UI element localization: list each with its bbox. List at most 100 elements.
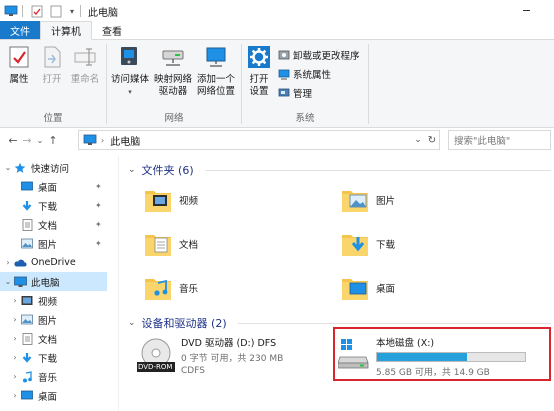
dvd-drive-name: DVD 驱动器 (D:) DFS xyxy=(181,338,277,349)
breadcrumb[interactable]: 此电脑 xyxy=(110,133,140,148)
breadcrumb-chevron-icon[interactable]: › xyxy=(101,136,104,145)
properties-button[interactable]: 属性 xyxy=(5,44,33,86)
collapsed-chevron-icon[interactable]: › xyxy=(10,353,20,362)
nav-item-desktop[interactable]: 桌面 ✦ xyxy=(0,177,107,196)
ribbon-tabs: 文件 计算机 查看 xyxy=(0,21,554,40)
nav-item-download[interactable]: 下载 ✦ xyxy=(0,196,107,215)
tab-file[interactable]: 文件 xyxy=(0,21,40,39)
add-network-location-icon xyxy=(203,44,229,70)
add-network-location-button[interactable]: 添加一个 网络位置 xyxy=(195,44,237,98)
new-folder-icon[interactable] xyxy=(48,3,64,19)
desktop-folder-icon xyxy=(340,273,370,303)
collapsed-chevron-icon[interactable]: › xyxy=(10,296,20,305)
folder-label: 图片 xyxy=(376,196,396,207)
folder-item[interactable]: 图片 xyxy=(340,185,395,215)
back-button[interactable]: ← xyxy=(6,131,20,151)
nav-item-onedrive[interactable]: › OneDrive xyxy=(0,253,107,272)
nav-item-label: 此电脑 xyxy=(31,277,60,289)
search-input[interactable]: 搜索"此电脑" xyxy=(448,130,551,150)
open-settings-label-line2: 设置 xyxy=(249,86,269,97)
collapse-chevron-icon[interactable]: ⌄ xyxy=(128,165,136,175)
computer-icon[interactable] xyxy=(3,3,19,19)
onedrive-icon xyxy=(13,256,27,269)
recent-locations-button[interactable]: ⌄ xyxy=(34,131,46,151)
title-separator xyxy=(80,5,81,17)
quick-access-dropdown-icon[interactable]: ▾ xyxy=(67,3,77,19)
nav-item-label: 桌面 xyxy=(38,391,58,403)
pictures-icon xyxy=(20,313,34,326)
pin-icon: ✦ xyxy=(95,239,102,248)
nav-item-desktop[interactable]: › 桌面 xyxy=(0,386,107,405)
computer-icon xyxy=(83,134,97,146)
nav-item-download[interactable]: › 下载 xyxy=(0,348,107,367)
nav-item-label: 图片 xyxy=(38,239,58,251)
dvd-drive-icon: DVD-ROM xyxy=(136,335,176,375)
map-network-drive-button[interactable]: 映射网络 驱动器 xyxy=(152,44,194,98)
folder-item[interactable]: 桌面 xyxy=(340,273,395,303)
folders-section-title: 文件夹 (6) xyxy=(141,164,194,177)
address-bar[interactable]: › 此电脑 ⌄ ↻ xyxy=(78,130,440,150)
address-dropdown-icon[interactable]: ⌄ xyxy=(411,135,425,145)
document-icon xyxy=(20,332,34,345)
uninstall-button[interactable]: 卸载或更改程序 xyxy=(278,47,360,63)
folder-label: 下载 xyxy=(376,240,396,251)
nav-item-star[interactable]: ⌄ 快速访问 xyxy=(0,158,107,177)
properties-icon[interactable] xyxy=(29,3,45,19)
ribbon: 属性 打开 重命名 位置 访问媒体 ▾ 映射网络 驱动器 添加一个 网络位置 网… xyxy=(0,40,554,128)
open-settings-button[interactable]: 打开 设置 xyxy=(245,44,273,98)
collapsed-chevron-icon[interactable]: › xyxy=(10,372,20,381)
nav-item-pictures[interactable]: › 图片 xyxy=(0,310,107,329)
refresh-icon[interactable]: ↻ xyxy=(425,135,439,146)
minimize-button[interactable] xyxy=(523,10,530,11)
folder-item[interactable]: 音乐 xyxy=(143,273,198,303)
download-icon xyxy=(20,351,34,364)
folder-item[interactable]: 下载 xyxy=(340,229,395,259)
nav-item-label: OneDrive xyxy=(31,257,76,268)
expanded-chevron-icon[interactable]: ⌄ xyxy=(3,163,13,172)
folder-label: 桌面 xyxy=(376,284,396,295)
dvd-drive-item[interactable]: DVD-ROM DVD 驱动器 (D:) DFS 0 字节 可用，共 230 M… xyxy=(136,335,283,376)
media-access-button[interactable]: 访问媒体 ▾ xyxy=(110,44,150,98)
tab-computer[interactable]: 计算机 xyxy=(40,21,92,40)
title-bar: ▾ 此电脑 xyxy=(0,0,554,22)
gear-icon xyxy=(246,44,272,70)
collapsed-chevron-icon[interactable]: › xyxy=(3,258,13,267)
nav-item-computer[interactable]: ⌄ 此电脑 xyxy=(0,272,107,291)
expanded-chevron-icon[interactable]: ⌄ xyxy=(3,277,13,286)
up-button[interactable]: ↑ xyxy=(46,131,60,151)
group-system-label: 系统 xyxy=(295,113,315,124)
nav-item-label: 文档 xyxy=(38,220,58,232)
music-folder-icon xyxy=(143,273,173,303)
folder-item[interactable]: 文档 xyxy=(143,229,198,259)
document-icon xyxy=(20,218,34,231)
section-divider xyxy=(238,323,551,324)
collapse-chevron-icon[interactable]: ⌄ xyxy=(128,318,136,328)
manage-button[interactable]: 管理 xyxy=(278,85,312,101)
nav-item-document[interactable]: › 文档 xyxy=(0,329,107,348)
pane-divider[interactable] xyxy=(118,156,119,411)
properties-big-icon xyxy=(6,44,32,70)
uninstall-label: 卸载或更改程序 xyxy=(293,51,360,62)
folders-section-header[interactable]: ⌄ 文件夹 (6) xyxy=(128,162,194,178)
collapsed-chevron-icon[interactable]: › xyxy=(10,315,20,324)
drives-section-header[interactable]: ⌄ 设备和驱动器 (2) xyxy=(128,315,227,331)
rename-button[interactable]: 重命名 xyxy=(68,44,102,86)
folder-item[interactable]: 视频 xyxy=(143,185,198,215)
collapsed-chevron-icon[interactable]: › xyxy=(10,334,20,343)
system-properties-icon xyxy=(278,68,290,80)
quick-access-separator xyxy=(22,5,23,17)
media-access-dropdown-icon: ▾ xyxy=(128,88,132,96)
open-button[interactable]: 打开 xyxy=(38,44,66,86)
tab-view[interactable]: 查看 xyxy=(92,21,132,39)
collapsed-chevron-icon[interactable]: › xyxy=(10,391,20,400)
system-properties-button[interactable]: 系统属性 xyxy=(278,66,331,82)
group-location-label: 位置 xyxy=(43,113,63,124)
add-location-label-line2: 网络位置 xyxy=(196,86,235,97)
nav-item-pictures[interactable]: 图片 ✦ xyxy=(0,234,107,253)
nav-item-music[interactable]: › 音乐 xyxy=(0,367,107,386)
forward-button[interactable]: → xyxy=(20,131,34,151)
nav-item-document[interactable]: 文档 ✦ xyxy=(0,215,107,234)
media-access-label: 访问媒体 xyxy=(110,74,149,85)
nav-item-videos[interactable]: › 视频 xyxy=(0,291,107,310)
uninstall-icon xyxy=(278,49,290,61)
